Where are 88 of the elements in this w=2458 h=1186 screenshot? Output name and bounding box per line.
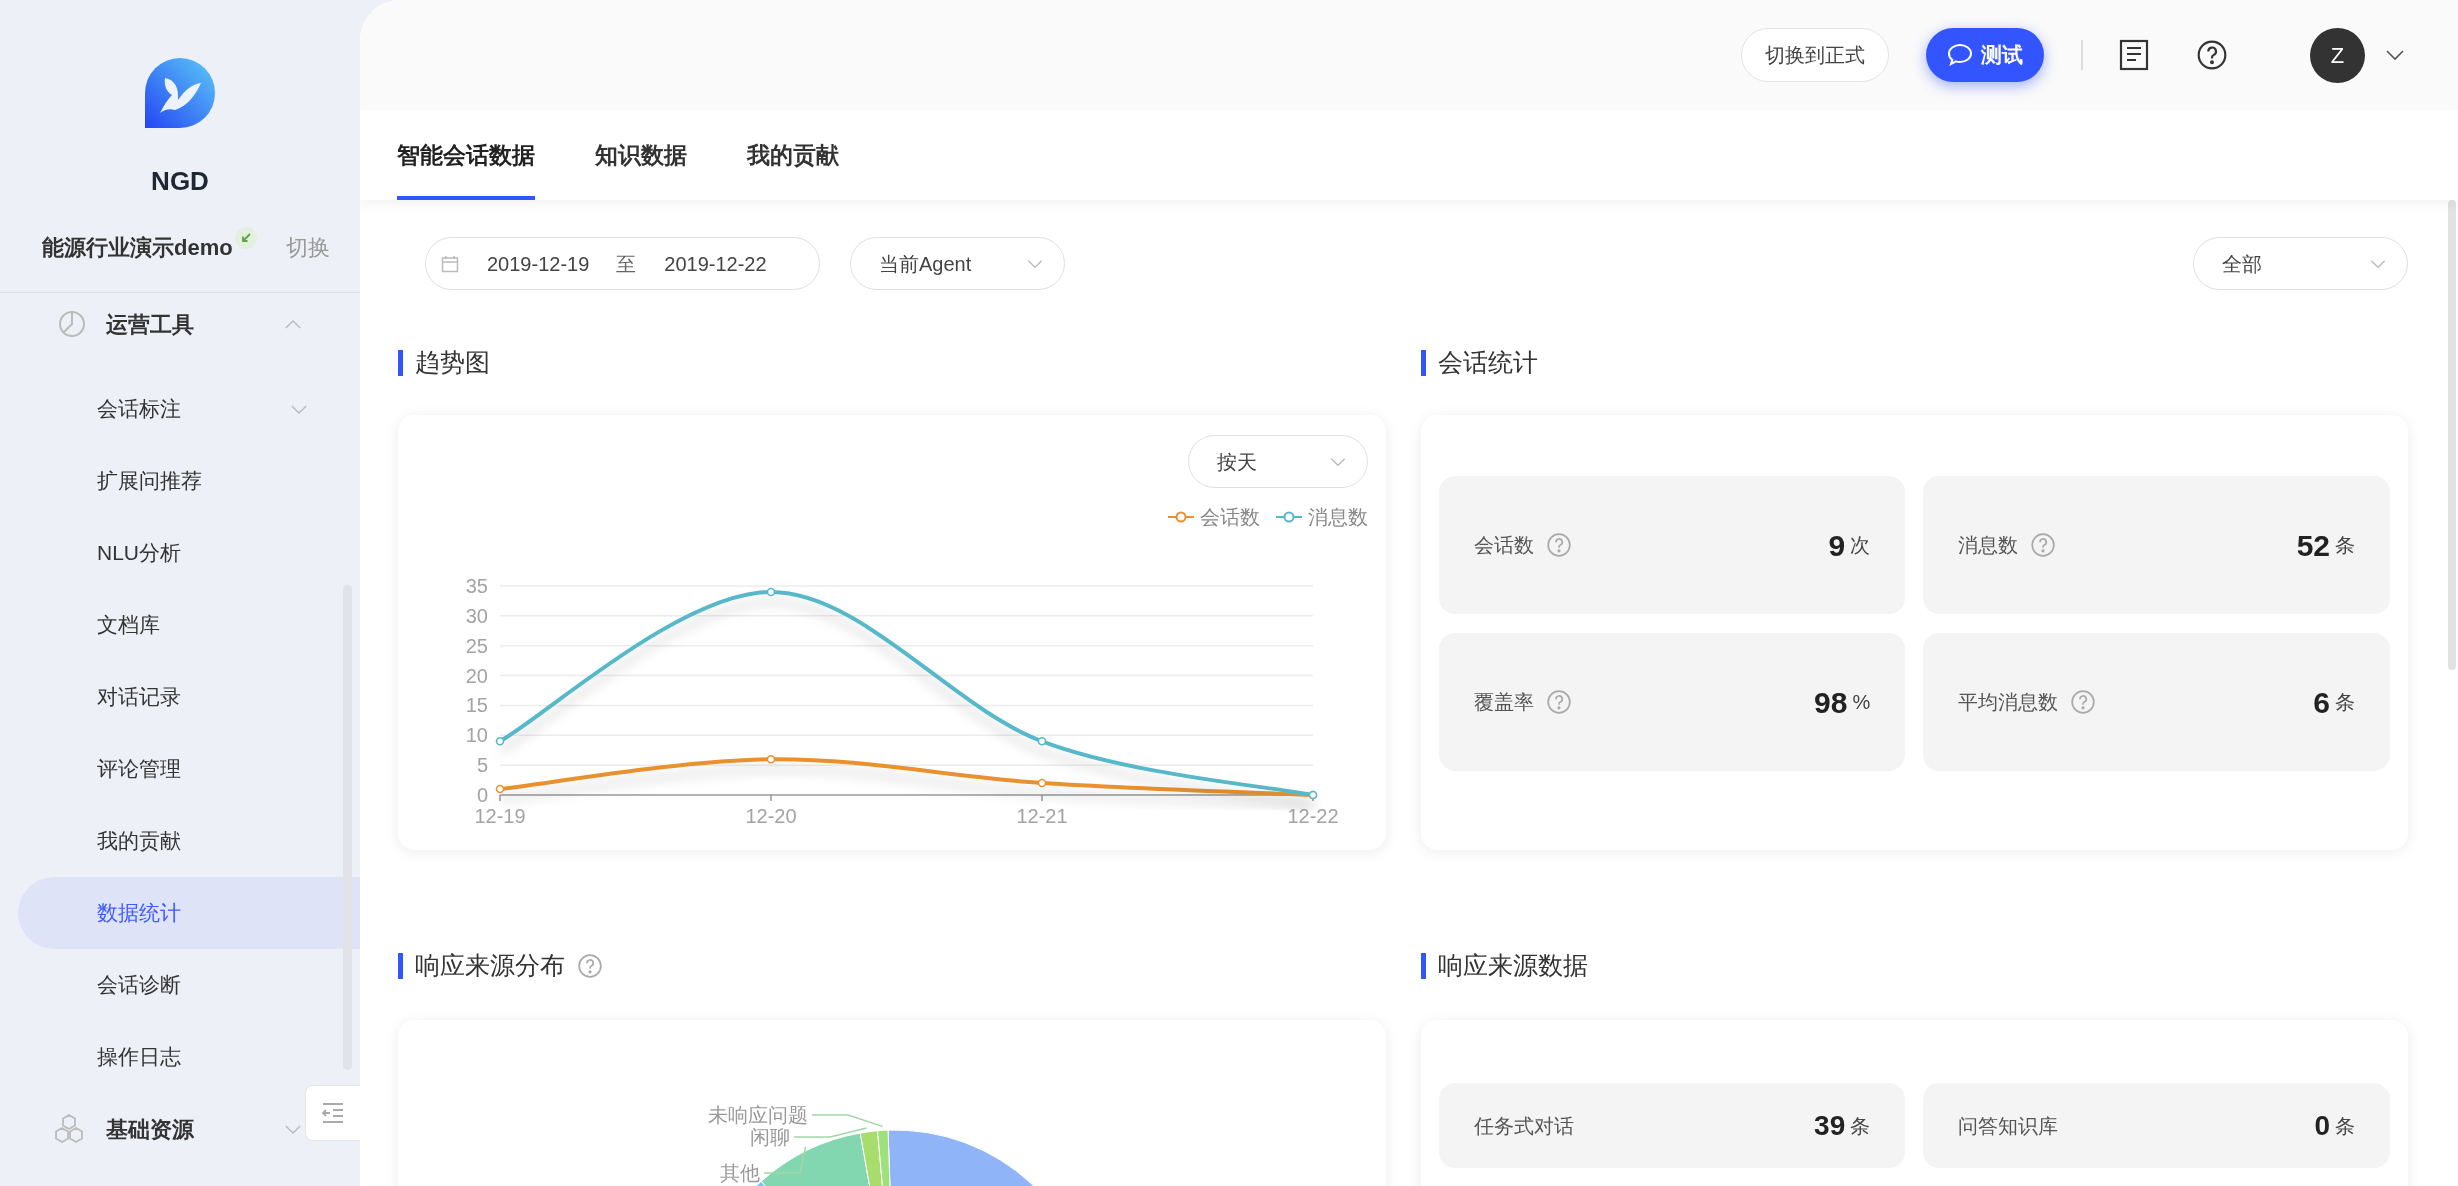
menu-item[interactable]: 数据统计: [18, 877, 360, 949]
data-point: [766, 754, 776, 764]
menu-item[interactable]: NLU分析: [18, 517, 360, 589]
stat-unit: %: [1852, 690, 1871, 715]
menu-group[interactable]: 运营工具: [0, 293, 302, 355]
pie-label: 其他: [720, 1162, 760, 1184]
logo-icon: [145, 58, 215, 128]
menu-item[interactable]: 文档库: [18, 589, 360, 661]
collapse-sidebar-button[interactable]: [305, 1085, 361, 1141]
y-tick-label: 30: [465, 604, 488, 627]
section-title: 会话统计: [1437, 347, 1538, 379]
section-marker: [398, 953, 403, 979]
chat-bubble-icon: [1947, 43, 1973, 67]
section-title: 趋势图: [415, 347, 490, 379]
y-tick-label: 15: [465, 694, 488, 717]
menu-item[interactable]: 操作日志: [18, 1021, 360, 1093]
chevron-icon: [2369, 258, 2387, 269]
data-point: [1037, 778, 1047, 788]
data-point: [766, 587, 776, 597]
pie-label: 未响应问题: [708, 1104, 808, 1126]
stat-unit: 条: [1850, 1113, 1871, 1139]
stat-label: 平均消息数: [1958, 690, 2059, 715]
pie-label: 闲聊: [750, 1126, 790, 1148]
x-tick-label: 12-20: [745, 805, 797, 827]
menu-item[interactable]: 会话诊断: [18, 949, 360, 1021]
stat-value: 52: [2296, 527, 2330, 564]
stat-value: 0: [2314, 1108, 2330, 1143]
menu-group[interactable]: 基础资源: [0, 1093, 302, 1165]
collapse-icon: [321, 1102, 345, 1124]
user-avatar[interactable]: Z: [2310, 27, 2365, 83]
leader-line: [763, 1145, 807, 1174]
y-tick-label: 20: [465, 664, 488, 687]
section-marker: [1420, 350, 1426, 376]
stat-value: 98: [1814, 684, 1848, 721]
stat-label: 消息数: [1958, 533, 2019, 558]
range-separator: 至: [616, 251, 637, 277]
stat-value: 9: [1828, 527, 1846, 564]
data-point: [1037, 737, 1047, 746]
stat-unit: 条: [2335, 533, 2355, 558]
section-title: 响应来源数据: [1437, 950, 1588, 982]
stat-unit: 条: [2335, 1113, 2355, 1139]
section-marker: [1420, 953, 1426, 979]
stat-value: 6: [2313, 684, 2330, 721]
switch-to-production-button[interactable]: 切换到正式: [1741, 28, 1889, 82]
help-icon[interactable]: [2196, 39, 2228, 71]
data-point: [495, 737, 505, 746]
data-point: [495, 784, 505, 794]
hexagons-icon: [52, 1113, 86, 1145]
legend-label: 会话数: [1199, 505, 1260, 530]
menu-item[interactable]: 扩展问推荐: [18, 445, 360, 517]
brand-name: NGD: [151, 164, 209, 198]
y-tick-label: 25: [465, 634, 488, 657]
tab[interactable]: 知识数据: [595, 110, 687, 200]
test-button[interactable]: 测试: [1926, 28, 2044, 82]
chevron-icon: [1328, 456, 1347, 467]
tab[interactable]: 智能会话数据: [397, 110, 535, 200]
start-date: 2019-12-19: [487, 251, 590, 277]
chevron-icon: [1026, 258, 1044, 269]
stat-unit: 条: [2335, 690, 2355, 715]
pin-badge-icon: [234, 227, 257, 249]
x-tick-label: 12-22: [1287, 805, 1339, 827]
end-date: 2019-12-22: [664, 251, 767, 277]
section-title: 响应来源分布: [415, 950, 565, 982]
stat-label: 会话数: [1473, 533, 1534, 558]
chevron-icon: [2385, 49, 2405, 61]
x-tick-label: 12-19: [474, 805, 526, 827]
y-tick-label: 0: [476, 784, 488, 806]
x-tick-label: 12-21: [1016, 805, 1068, 827]
stat-unit: 次: [1850, 533, 1871, 558]
menu-item[interactable]: 会话标注: [18, 373, 360, 445]
stat-label: 任务式对话: [1473, 1113, 1574, 1139]
menu-item[interactable]: 评论管理: [18, 733, 360, 805]
stat-value: 39: [1814, 1108, 1846, 1143]
stat-label: 问答知识库: [1958, 1113, 2059, 1139]
legend-label: 消息数: [1307, 505, 1368, 530]
menu-item[interactable]: 对话记录: [18, 661, 360, 733]
project-name: 能源行业演示demo: [42, 234, 233, 262]
scrollbar[interactable]: [2448, 200, 2456, 670]
y-tick-label: 10: [465, 724, 488, 747]
y-tick-label: 5: [476, 754, 488, 777]
menu-item[interactable]: 我的贡献: [18, 805, 360, 877]
document-icon[interactable]: [2119, 39, 2149, 71]
stat-label: 覆盖率: [1473, 690, 1534, 715]
tab[interactable]: 我的贡献: [747, 110, 839, 200]
calendar-icon: [441, 254, 459, 273]
section-marker: [398, 350, 403, 376]
y-tick-label: 35: [465, 575, 488, 597]
pie-chart-icon: [58, 310, 86, 338]
